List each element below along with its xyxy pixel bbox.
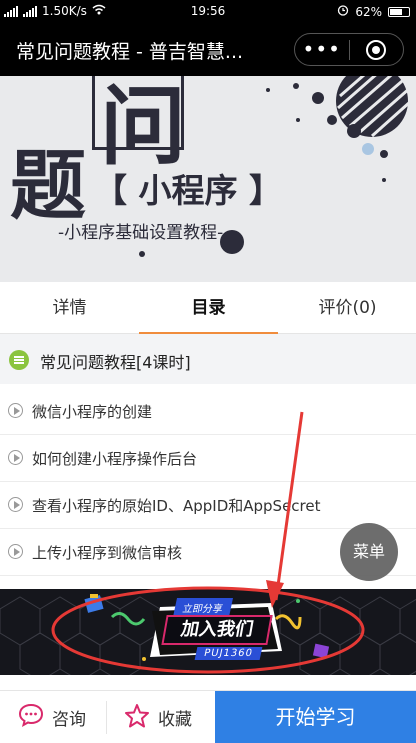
play-icon — [8, 497, 23, 512]
bottom-divider — [106, 701, 107, 734]
lesson-item[interactable]: 微信小程序的创建 — [0, 388, 416, 435]
mini-program-capsule: ••• — [294, 33, 404, 66]
chapter-header[interactable]: 常见问题教程[4课时] — [0, 334, 416, 384]
consult-button[interactable]: 咨询 — [18, 691, 86, 743]
chat-icon — [18, 703, 44, 732]
list-icon — [9, 350, 29, 370]
banner-program-text: 【 小程序 】 — [94, 171, 282, 210]
alarm-icon — [337, 4, 349, 19]
promo-code-label: PUJ1360 — [194, 647, 263, 660]
lesson-item[interactable]: 查看小程序的原始ID、AppID和AppSecret — [0, 482, 416, 529]
consult-label: 咨询 — [52, 710, 86, 730]
status-bar: 1.50K/s 19:56 62% — [0, 0, 416, 22]
course-tabs: 详情 目录 评价(0) — [0, 282, 416, 334]
target-icon — [366, 39, 387, 60]
bottom-action-bar: 咨询 收藏 开始学习 — [0, 690, 416, 743]
tab-catalog[interactable]: 目录 — [139, 282, 278, 334]
play-icon — [8, 403, 23, 418]
lesson-title: 上传小程序到微信审核 — [32, 544, 183, 562]
course-banner-image: 问 题 【 小程序 】 -小程序基础设置教程- — [0, 76, 416, 282]
banner-subtitle: -小程序基础设置教程- — [58, 223, 224, 243]
join-us-promo-banner[interactable]: 立即分享 加入我们 PUJ1360 — [0, 589, 416, 675]
lesson-title: 查看小程序的原始ID、AppID和AppSecret — [32, 497, 321, 515]
tab-details[interactable]: 详情 — [0, 282, 139, 334]
favorite-label: 收藏 — [158, 710, 192, 730]
lesson-title: 微信小程序的创建 — [32, 403, 153, 421]
chapter-title: 常见问题教程[4课时] — [40, 353, 191, 372]
close-mini-program-button[interactable] — [349, 39, 403, 60]
more-menu-button[interactable]: ••• — [295, 33, 349, 66]
battery-icon — [388, 6, 410, 17]
promo-join-label: 加入我们 — [161, 615, 273, 645]
play-icon — [8, 450, 23, 465]
lesson-title: 如何创建小程序操作后台 — [32, 450, 198, 468]
favorite-button[interactable]: 收藏 — [124, 691, 192, 743]
tab-reviews[interactable]: 评价(0) — [278, 282, 416, 334]
star-icon — [124, 703, 150, 733]
nav-bar: 常见问题教程 - 普吉智慧... ••• — [0, 22, 416, 76]
start-learning-button[interactable]: 开始学习 — [215, 691, 416, 743]
play-icon — [8, 544, 23, 559]
page-title: 常见问题教程 - 普吉智慧... — [16, 41, 244, 63]
battery-percent: 62% — [355, 4, 382, 19]
menu-float-button[interactable]: 菜单 — [340, 523, 398, 581]
status-right: 62% — [337, 4, 410, 19]
lesson-item[interactable]: 如何创建小程序操作后台 — [0, 435, 416, 482]
